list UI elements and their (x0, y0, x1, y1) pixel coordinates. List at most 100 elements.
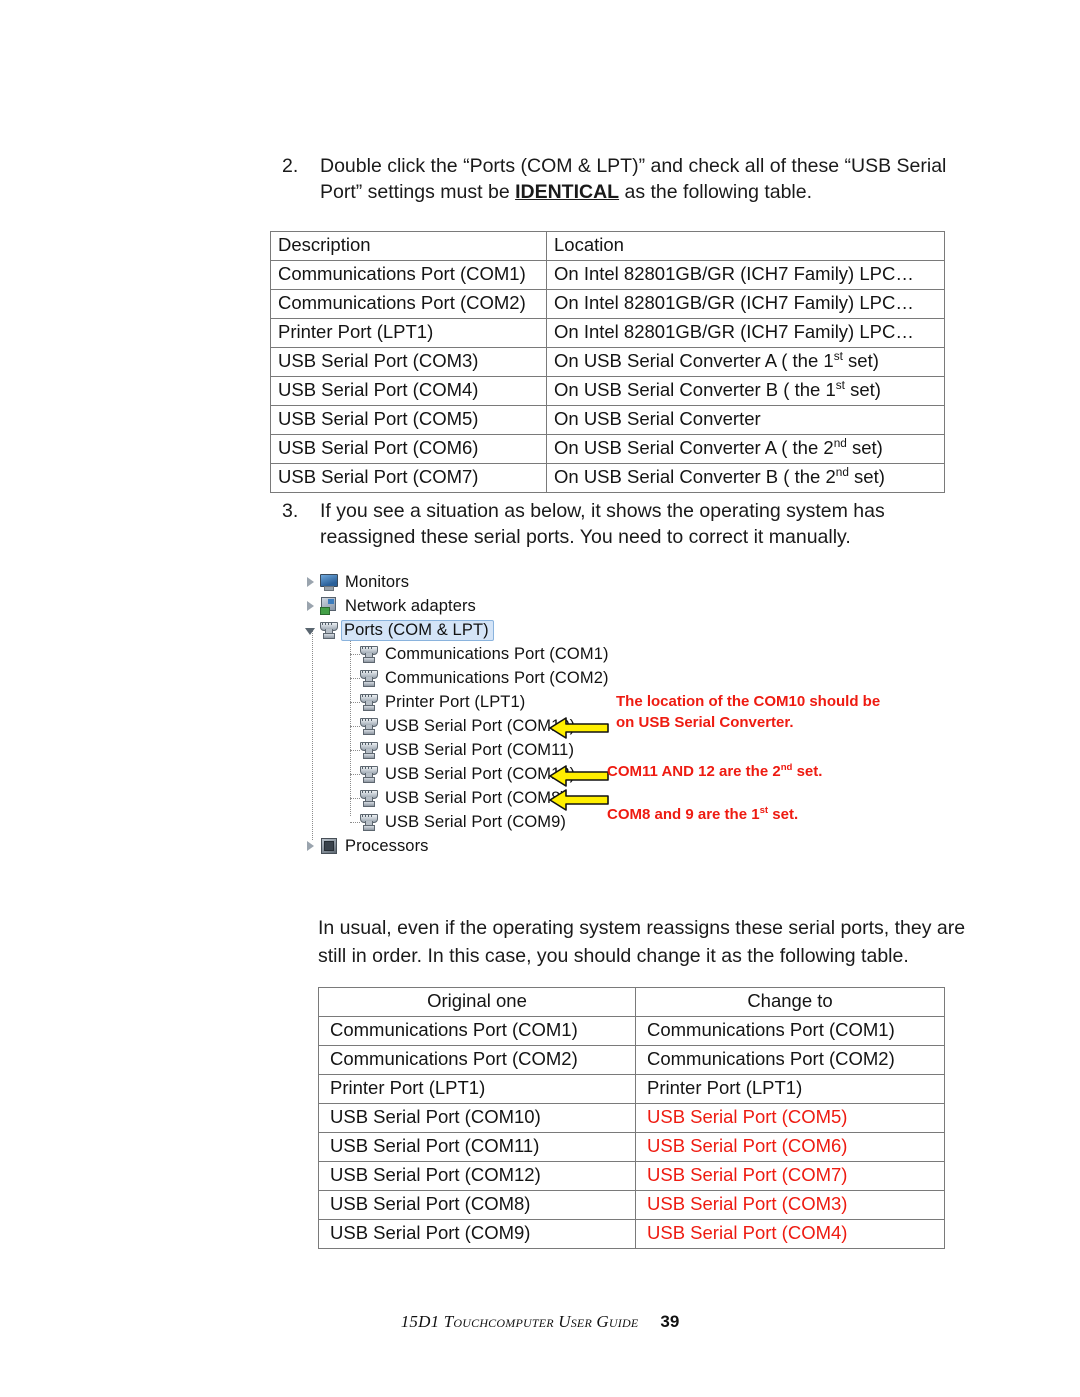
cell-description: USB Serial Port (COM3) (270, 347, 547, 377)
tree-item-processors[interactable]: Processors (305, 834, 429, 858)
cell-original: USB Serial Port (COM12) (318, 1161, 636, 1191)
tree-item-usb-serial-port-com9[interactable]: USB Serial Port (COM9) (345, 810, 566, 834)
location-text-post: set) (842, 350, 879, 371)
cell-location: On USB Serial Converter B ( the 1st set) (546, 376, 945, 406)
tree-item-communications-port-com1[interactable]: Communications Port (COM1) (345, 642, 609, 666)
step-2-text-after: as the following table. (619, 181, 813, 203)
annotation-line-2: on USB Serial Converter. (616, 714, 794, 731)
chevron-down-icon[interactable] (305, 624, 317, 636)
tree-item-usb-serial-port-com12[interactable]: USB Serial Port (COM12) (345, 762, 575, 786)
cell-location: On USB Serial Converter (546, 405, 945, 435)
table-row: USB Serial Port (COM8) USB Serial Port (… (318, 1190, 945, 1220)
annotation-text-pre: COM11 AND 12 are the 2 (607, 763, 781, 780)
table-row: USB Serial Port (COM6) On USB Serial Con… (270, 434, 945, 464)
tree-item-ports[interactable]: Ports (COM & LPT) (305, 618, 494, 642)
cell-change-to: USB Serial Port (COM7) (635, 1161, 945, 1191)
location-text-pre: On USB Serial Converter B ( the 1 (554, 379, 836, 400)
page-footer: 15D1 Touchcomputer User Guide 39 (0, 1312, 1080, 1332)
callout-arrow-com12 (548, 763, 610, 789)
table-row: Communications Port (COM1) On Intel 8280… (270, 260, 945, 290)
annotation-text-post: set. (792, 763, 823, 780)
ordinal-suffix: st (835, 377, 845, 392)
table-row: Printer Port (LPT1) Printer Port (LPT1) (318, 1074, 945, 1104)
annotation-com11-com12-set: COM11 AND 12 are the 2nd set. (607, 761, 822, 782)
cell-location: On Intel 82801GB/GR (ICH7 Family) LPC… (546, 289, 945, 319)
tree-item-network-adapters[interactable]: Network adapters (305, 594, 476, 618)
cell-description: Printer Port (LPT1) (270, 318, 547, 348)
port-icon (319, 621, 339, 639)
tree-item-label: Network adapters (345, 596, 476, 615)
cell-location: On USB Serial Converter A ( the 2nd set) (546, 434, 945, 464)
annotation-line-1: The location of the COM10 should be (616, 693, 881, 710)
cell-original: Printer Port (LPT1) (318, 1074, 636, 1104)
tree-item-usb-serial-port-com11[interactable]: USB Serial Port (COM11) (345, 738, 574, 762)
tree-item-usb-serial-port-com8[interactable]: USB Serial Port (COM8) (345, 786, 566, 810)
tree-item-usb-serial-port-com10[interactable]: USB Serial Port (COM10) (345, 714, 575, 738)
annotation-com10-location: The location of the COM10 should be on U… (616, 691, 880, 733)
location-text-pre: On USB Serial Converter A ( the 2 (554, 437, 834, 458)
step-3-text: If you see a situation as below, it show… (320, 500, 885, 548)
cell-description: USB Serial Port (COM6) (270, 434, 547, 464)
table-row: Communications Port (COM2) On Intel 8280… (270, 289, 945, 319)
cell-description: USB Serial Port (COM7) (270, 463, 547, 493)
ordinal-suffix: nd (833, 435, 847, 450)
column-header-description: Description (270, 231, 547, 261)
table-row: Printer Port (LPT1) On Intel 82801GB/GR … (270, 318, 945, 348)
tree-item-label: Communications Port (COM2) (385, 668, 609, 687)
cell-change-to: USB Serial Port (COM5) (635, 1103, 945, 1133)
table-header-row: Description Location (270, 231, 945, 261)
step-3-number: 3. (282, 500, 299, 522)
table-row: USB Serial Port (COM12) USB Serial Port … (318, 1161, 945, 1191)
port-icon (359, 717, 379, 735)
chevron-right-icon[interactable] (305, 576, 317, 588)
tree-item-communications-port-com2[interactable]: Communications Port (COM2) (345, 666, 609, 690)
ordinal-suffix: st (833, 348, 843, 363)
step-2-text: Double click the “Ports (COM & LPT)” and… (320, 153, 954, 205)
table-row: USB Serial Port (COM9) USB Serial Port (… (318, 1219, 945, 1249)
cell-location: On USB Serial Converter B ( the 2nd set) (546, 463, 945, 493)
tree-item-label: USB Serial Port (COM9) (385, 812, 566, 831)
table-row: USB Serial Port (COM3) On USB Serial Con… (270, 347, 945, 377)
remap-table: Original one Change to Communications Po… (318, 987, 945, 1249)
location-text-post: set) (844, 379, 881, 400)
column-header-change-to: Change to (635, 987, 945, 1017)
table-row: Communications Port (COM1) Communication… (318, 1016, 945, 1046)
cell-description: USB Serial Port (COM4) (270, 376, 547, 406)
column-header-location: Location (546, 231, 945, 261)
tree-item-monitors[interactable]: Monitors (305, 570, 409, 594)
cell-description: Communications Port (COM1) (270, 260, 547, 290)
cell-original: Communications Port (COM1) (318, 1016, 636, 1046)
annotation-text-post: set. (768, 806, 799, 823)
tree-item-printer-port-lpt1[interactable]: Printer Port (LPT1) (345, 690, 525, 714)
chevron-right-icon[interactable] (305, 600, 317, 612)
port-icon (359, 693, 379, 711)
network-adapter-icon (319, 597, 339, 615)
tree-item-label: Ports (COM & LPT) (341, 619, 494, 641)
step-2-number: 2. (282, 155, 299, 177)
step-2-emphasis: IDENTICAL (515, 181, 620, 203)
chevron-right-icon[interactable] (305, 840, 317, 852)
table-row: USB Serial Port (COM5) On USB Serial Con… (270, 405, 945, 435)
footer-title: 15D1 Touchcomputer User Guide (400, 1312, 639, 1331)
table-row: Communications Port (COM2) Communication… (318, 1045, 945, 1075)
location-text-post: set) (846, 437, 883, 458)
cell-original: USB Serial Port (COM10) (318, 1103, 636, 1133)
annotation-com8-com9-set: COM8 and 9 are the 1st set. (607, 804, 798, 825)
port-icon (359, 765, 379, 783)
cell-original: USB Serial Port (COM9) (318, 1219, 636, 1249)
monitor-icon (319, 573, 339, 591)
tree-guide-line (312, 630, 313, 840)
callout-arrow-com8 (548, 787, 610, 813)
cell-location: On Intel 82801GB/GR (ICH7 Family) LPC… (546, 260, 945, 290)
ordinal-suffix: st (759, 805, 769, 816)
location-text-pre: On USB Serial Converter A ( the 1 (554, 350, 834, 371)
port-icon (359, 669, 379, 687)
port-icon (359, 741, 379, 759)
tree-item-label: Processors (345, 836, 429, 855)
column-header-original: Original one (318, 987, 636, 1017)
